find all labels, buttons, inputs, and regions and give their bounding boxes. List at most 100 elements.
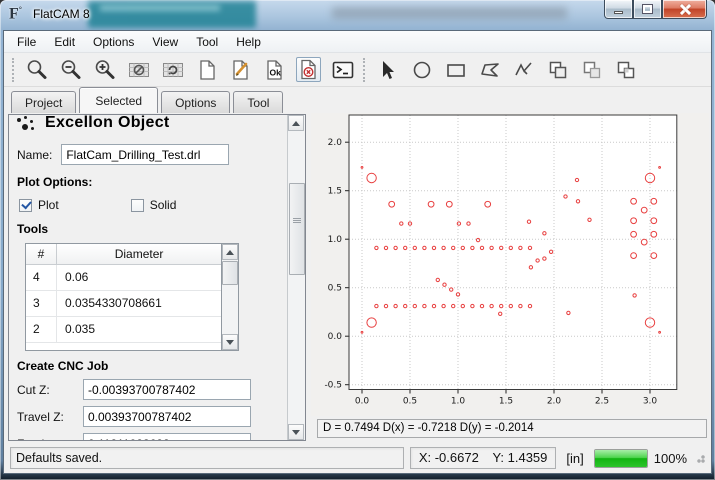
solid-checkbox[interactable]	[131, 199, 144, 212]
svg-text:0.5: 0.5	[403, 397, 417, 407]
scroll-down-icon[interactable]	[222, 334, 238, 350]
scroll-down-icon[interactable]	[288, 424, 304, 440]
accept-file-icon: Ok	[263, 58, 287, 82]
main-area: Excellon Object Name: Plot Options: Plot…	[4, 113, 711, 443]
column-header-number[interactable]: #	[26, 244, 57, 264]
intersect-button[interactable]	[613, 57, 638, 82]
panel-scrollbar[interactable]	[287, 115, 305, 440]
tab-options[interactable]: Options	[161, 91, 230, 113]
draw-polyline-button[interactable]	[511, 57, 536, 82]
svg-text:1.5: 1.5	[499, 397, 513, 407]
delete-file-button[interactable]	[296, 57, 321, 82]
union-button[interactable]	[545, 57, 570, 82]
shell-button[interactable]	[330, 57, 355, 82]
zoom-in-button[interactable]	[92, 57, 117, 82]
tab-tool[interactable]: Tool	[233, 91, 283, 113]
menu-tool[interactable]: Tool	[187, 32, 227, 52]
menu-view[interactable]: View	[143, 32, 187, 52]
zoom-out-button[interactable]	[58, 57, 83, 82]
draw-circle-button[interactable]	[409, 57, 434, 82]
window-title: FlatCAM 8	[33, 7, 90, 21]
travel-z-input[interactable]	[83, 406, 251, 427]
accept-file-button[interactable]: Ok	[262, 57, 287, 82]
object-header: Excellon Object	[9, 115, 287, 132]
draw-polyline-icon	[512, 58, 536, 82]
toolbar-drag-handle[interactable]	[12, 58, 17, 82]
svg-text:0.0: 0.0	[328, 332, 343, 342]
background-blur-highlight	[100, 5, 220, 11]
edit-file-button[interactable]	[228, 57, 253, 82]
tab-bar: Project Selected Options Tool	[4, 87, 711, 113]
tab-project[interactable]: Project	[11, 91, 76, 113]
zoom-fit-icon	[25, 58, 49, 82]
svg-text:Ok: Ok	[269, 67, 281, 77]
subtract-button[interactable]	[579, 57, 604, 82]
svg-text:0.5: 0.5	[328, 284, 342, 294]
measurement-readout: D = 0.7494 D(x) = -0.7218 D(y) = -0.2014	[317, 419, 707, 438]
union-icon	[546, 58, 570, 82]
cursor-coordinates: X: -0.6672 Y: 1.4359	[410, 447, 557, 469]
draw-rectangle-button[interactable]	[443, 57, 468, 82]
cursor-x: X: -0.6672	[419, 450, 479, 465]
panel-scroll-content: Excellon Object Name: Plot Options: Plot…	[9, 115, 287, 440]
svg-text:2.0: 2.0	[547, 397, 562, 407]
app-logo-icon: F°	[9, 5, 27, 23]
cursor-y: Y: 1.4359	[492, 450, 547, 465]
select-arrow-button[interactable]	[375, 57, 400, 82]
menu-file[interactable]: File	[8, 32, 45, 52]
draw-polygon-button[interactable]	[477, 57, 502, 82]
replot-icon	[161, 58, 185, 82]
tool-number: 3	[26, 291, 57, 316]
status-bar: Defaults saved. X: -0.6672 Y: 1.4359 [in…	[4, 443, 711, 473]
resize-grip[interactable]	[695, 453, 705, 463]
replot-button[interactable]	[160, 57, 185, 82]
table-row[interactable]: 3 0.0354330708661	[26, 291, 221, 317]
table-row-partial	[26, 343, 221, 350]
plot-canvas[interactable]: 0.00.51.01.52.02.53.0-0.50.00.51.01.52.0	[311, 113, 709, 416]
units-label: [in]	[566, 451, 583, 466]
svg-text:1.0: 1.0	[328, 235, 343, 245]
maximize-button[interactable]	[633, 0, 662, 19]
selected-panel: Excellon Object Name: Plot Options: Plot…	[8, 114, 306, 441]
table-row[interactable]: 4 0.06	[26, 265, 221, 291]
tool-number: 4	[26, 265, 57, 290]
drill-pattern-icon	[17, 116, 35, 132]
cnc-job-label: Create CNC Job	[9, 359, 287, 373]
name-input[interactable]	[61, 144, 229, 165]
column-header-diameter[interactable]: Diameter	[57, 244, 221, 264]
zoom-out-icon	[59, 58, 83, 82]
subtract-icon	[580, 58, 604, 82]
cut-z-input[interactable]	[83, 379, 251, 400]
draw-polygon-icon	[478, 58, 502, 82]
progress-bar-fill	[595, 450, 647, 467]
title-bar[interactable]: F° FlatCAM 8	[0, 0, 715, 30]
new-file-button[interactable]	[194, 57, 219, 82]
zoom-fit-button[interactable]	[24, 57, 49, 82]
cut-z-label: Cut Z:	[17, 383, 83, 397]
table-row[interactable]: 2 0.035	[26, 317, 221, 343]
menu-edit[interactable]: Edit	[45, 32, 84, 52]
scroll-up-icon[interactable]	[222, 244, 238, 260]
minimize-button[interactable]	[604, 0, 633, 19]
feed-rate-input[interactable]	[83, 433, 251, 440]
close-button[interactable]	[662, 0, 707, 19]
progress-percent: 100%	[654, 451, 687, 466]
edit-file-icon	[229, 58, 253, 82]
panel-scrollbar-thumb[interactable]	[289, 183, 305, 275]
tool-diameter: 0.0354330708661	[57, 291, 221, 316]
select-arrow-icon	[376, 58, 400, 82]
tab-selected[interactable]: Selected	[79, 87, 158, 113]
table-scrollbar[interactable]	[221, 244, 238, 350]
travel-z-label: Travel Z:	[17, 410, 83, 424]
table-scrollbar-thumb[interactable]	[222, 261, 238, 285]
plot-checkbox[interactable]	[19, 199, 32, 212]
menu-help[interactable]: Help	[227, 32, 270, 52]
clear-plot-button[interactable]	[126, 57, 151, 82]
scroll-up-icon[interactable]	[288, 115, 304, 131]
menu-options[interactable]: Options	[84, 32, 143, 52]
plot-options-label: Plot Options:	[9, 175, 287, 189]
draw-toolbar-drag-handle[interactable]	[363, 58, 368, 82]
tool-diameter: 0.06	[57, 265, 221, 290]
svg-text:2.0: 2.0	[328, 138, 343, 148]
object-title: Excellon Object	[45, 115, 170, 132]
